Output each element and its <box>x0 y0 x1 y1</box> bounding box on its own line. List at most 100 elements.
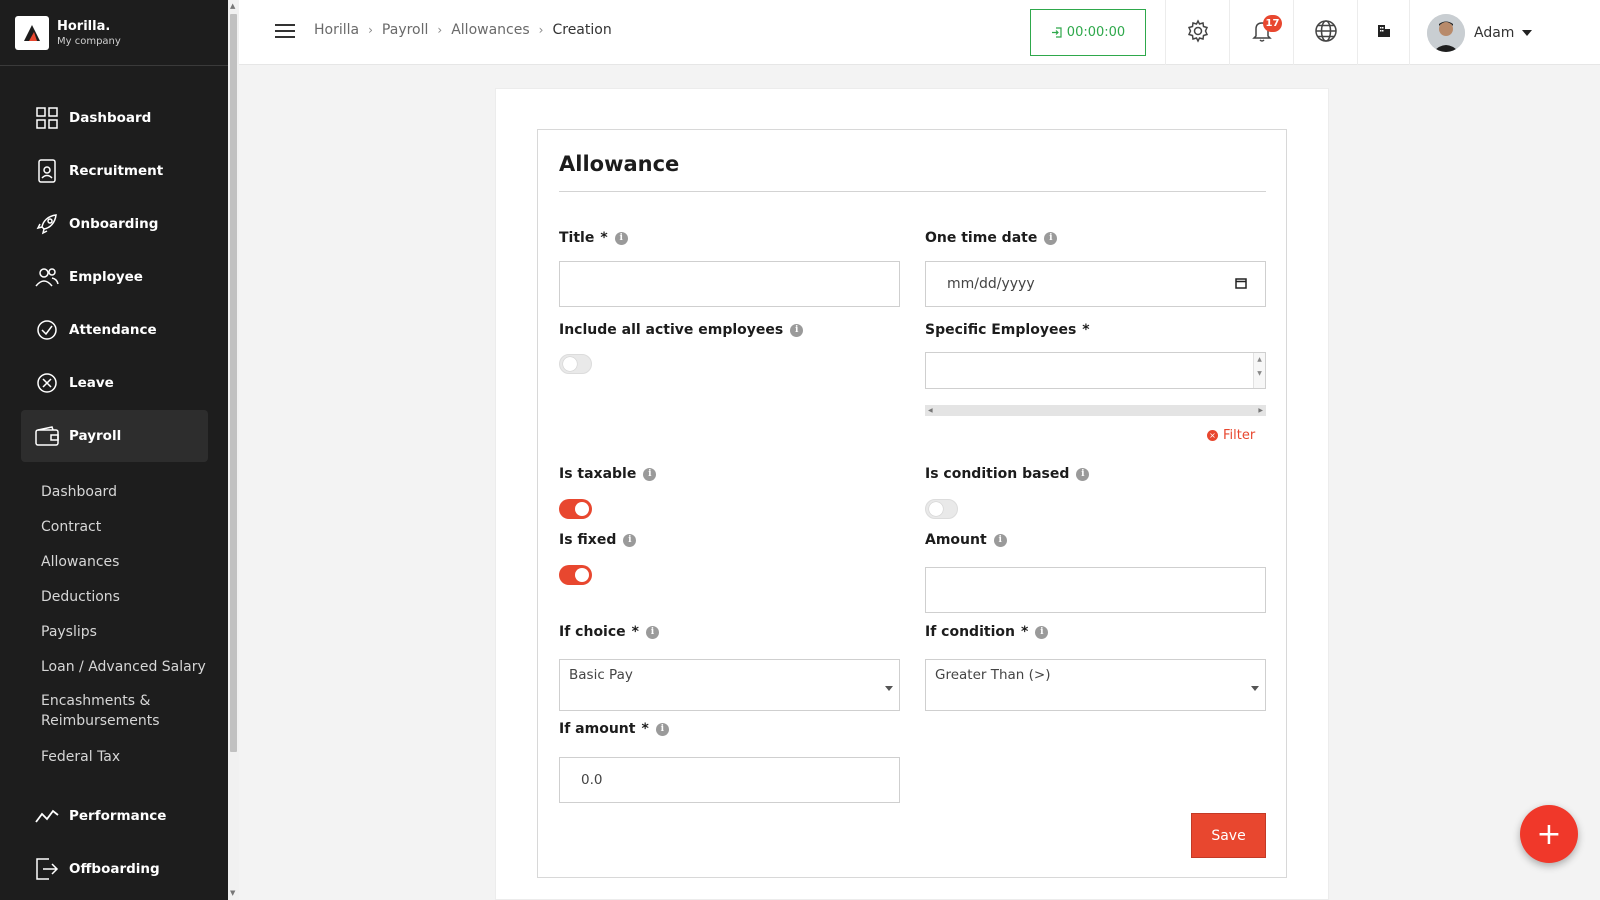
chevron-right-icon: › <box>538 23 544 37</box>
sidebar-item-label: Payroll <box>69 428 122 444</box>
sidebar-item-payroll[interactable]: Payroll <box>21 410 208 462</box>
required-asterisk: * <box>631 624 639 640</box>
info-icon[interactable]: i <box>614 231 628 245</box>
sidebar-item-attendance[interactable]: Attendance <box>21 304 208 356</box>
info-icon[interactable]: i <box>993 533 1007 547</box>
hamburger-menu-icon[interactable] <box>275 24 295 40</box>
subnav-loan-advanced-salary[interactable]: Loan / Advanced Salary <box>41 657 221 677</box>
trend-line-icon <box>35 804 59 828</box>
if-amount-input[interactable]: 0.0 <box>559 757 900 803</box>
listbox-scroll[interactable]: ▲ ▼ <box>1253 353 1265 388</box>
sidebar-item-label: Onboarding <box>69 216 159 232</box>
if-condition-select[interactable]: Greater Than (>) <box>925 659 1266 711</box>
avatar <box>1427 13 1465 52</box>
notification-count-badge: 17 <box>1263 15 1282 32</box>
include-all-label: Include all active employees i <box>559 322 804 338</box>
subnav-allowances[interactable]: Allowances <box>41 552 221 572</box>
breadcrumb-allowances[interactable]: Allowances <box>451 22 529 38</box>
info-icon[interactable]: i <box>655 722 669 736</box>
if-choice-label: If choice * i <box>559 624 659 640</box>
sidebar-scrollbar[interactable]: ▲ ▼ <box>228 0 239 900</box>
x-circle-icon <box>35 371 59 395</box>
info-icon[interactable]: i <box>1076 467 1090 481</box>
date-placeholder: mm/dd/yyyy <box>947 276 1035 292</box>
notifications-button[interactable]: 17 <box>1229 0 1293 65</box>
rocket-icon <box>35 212 59 236</box>
is-fixed-label-text: Is fixed <box>559 532 617 548</box>
amount-input[interactable] <box>925 567 1266 613</box>
horizontal-scrollbar[interactable]: ◀ ▶ <box>925 405 1266 416</box>
sidebar: Horilla. My company Dashboard Recruitmen… <box>0 0 228 900</box>
one-time-date-input[interactable]: mm/dd/yyyy <box>925 261 1266 307</box>
if-amount-label: If amount * i <box>559 721 669 737</box>
filter-label: Filter <box>1223 428 1256 443</box>
info-icon[interactable]: i <box>1044 231 1058 245</box>
is-fixed-toggle[interactable] <box>559 565 592 585</box>
scroll-up-arrow-icon[interactable]: ▲ <box>230 2 235 10</box>
breadcrumb-horilla[interactable]: Horilla <box>314 22 359 38</box>
top-header: Horilla › Payroll › Allowances › Creatio… <box>239 0 1600 65</box>
is-taxable-toggle[interactable] <box>559 499 592 519</box>
specific-employees-label: Specific Employees * <box>925 322 1090 338</box>
one-time-date-label-text: One time date <box>925 230 1038 246</box>
is-condition-based-label: Is condition based i <box>925 466 1090 482</box>
breadcrumb-creation: Creation <box>552 22 612 38</box>
subnav-federal-tax[interactable]: Federal Tax <box>41 747 221 767</box>
save-button[interactable]: Save <box>1191 813 1266 858</box>
subnav-contract[interactable]: Contract <box>41 517 221 537</box>
subnav-payslips[interactable]: Payslips <box>41 622 221 642</box>
info-icon[interactable]: i <box>645 625 659 639</box>
info-icon[interactable]: i <box>1035 625 1049 639</box>
amount-label-text: Amount <box>925 532 987 548</box>
sidebar-item-onboarding[interactable]: Onboarding <box>21 198 208 250</box>
wallet-icon <box>35 424 59 448</box>
brand-name: Horilla. <box>57 18 111 34</box>
scroll-down-arrow-icon[interactable]: ▼ <box>230 889 235 897</box>
is-condition-based-toggle[interactable] <box>925 499 958 519</box>
dropdown-arrow-icon <box>885 686 893 691</box>
if-amount-value: 0.0 <box>581 772 603 788</box>
user-menu[interactable]: Adam <box>1427 0 1533 65</box>
sidebar-item-performance[interactable]: Performance <box>21 790 208 842</box>
sidebar-item-label: Offboarding <box>69 861 160 877</box>
chevron-right-icon: › <box>368 23 373 37</box>
filter-remove-icon: × <box>1207 430 1218 441</box>
if-amount-label-text: If amount <box>559 721 636 737</box>
title-label-text: Title <box>559 230 595 246</box>
sidebar-item-label: Employee <box>69 269 143 285</box>
title-input[interactable] <box>559 261 900 307</box>
specific-employees-select[interactable]: ▲ ▼ <box>925 352 1266 389</box>
one-time-date-label: One time date i <box>925 230 1058 246</box>
language-button[interactable] <box>1293 0 1357 65</box>
clock-in-timer-button[interactable]: 00:00:00 <box>1030 9 1146 56</box>
sidebar-item-employee[interactable]: Employee <box>21 251 208 303</box>
globe-icon <box>1314 19 1338 47</box>
required-asterisk: * <box>641 721 649 737</box>
subnav-encashments-reimbursements[interactable]: Encashments & Reimbursements <box>41 691 191 731</box>
sidebar-item-recruitment[interactable]: Recruitment <box>21 145 208 197</box>
include-all-toggle[interactable] <box>559 354 592 374</box>
form-title: Allowance <box>559 152 680 176</box>
scrollbar-thumb[interactable] <box>230 14 237 752</box>
clock-in-icon <box>1051 27 1062 38</box>
if-choice-select[interactable]: Basic Pay <box>559 659 900 711</box>
if-condition-label-text: If condition <box>925 624 1015 640</box>
filter-button[interactable]: × Filter <box>1207 428 1255 443</box>
info-icon[interactable]: i <box>643 467 657 481</box>
company-name: My company <box>57 35 121 47</box>
sidebar-item-offboarding[interactable]: Offboarding <box>21 843 208 895</box>
company-switch-button[interactable] <box>1357 0 1409 65</box>
info-icon[interactable]: i <box>790 323 804 337</box>
sidebar-item-leave[interactable]: Leave <box>21 357 208 409</box>
calendar-icon[interactable] <box>1235 277 1247 293</box>
info-icon[interactable]: i <box>623 533 637 547</box>
required-asterisk: * <box>1020 624 1029 640</box>
brand[interactable]: Horilla. My company <box>0 0 228 66</box>
amount-label: Amount i <box>925 532 1007 548</box>
subnav-deductions[interactable]: Deductions <box>41 587 221 607</box>
breadcrumb-payroll[interactable]: Payroll <box>382 22 428 38</box>
sidebar-item-dashboard[interactable]: Dashboard <box>21 92 208 144</box>
add-fab-button[interactable]: + <box>1520 805 1578 863</box>
subnav-dashboard[interactable]: Dashboard <box>41 482 221 502</box>
settings-button[interactable] <box>1165 0 1229 65</box>
